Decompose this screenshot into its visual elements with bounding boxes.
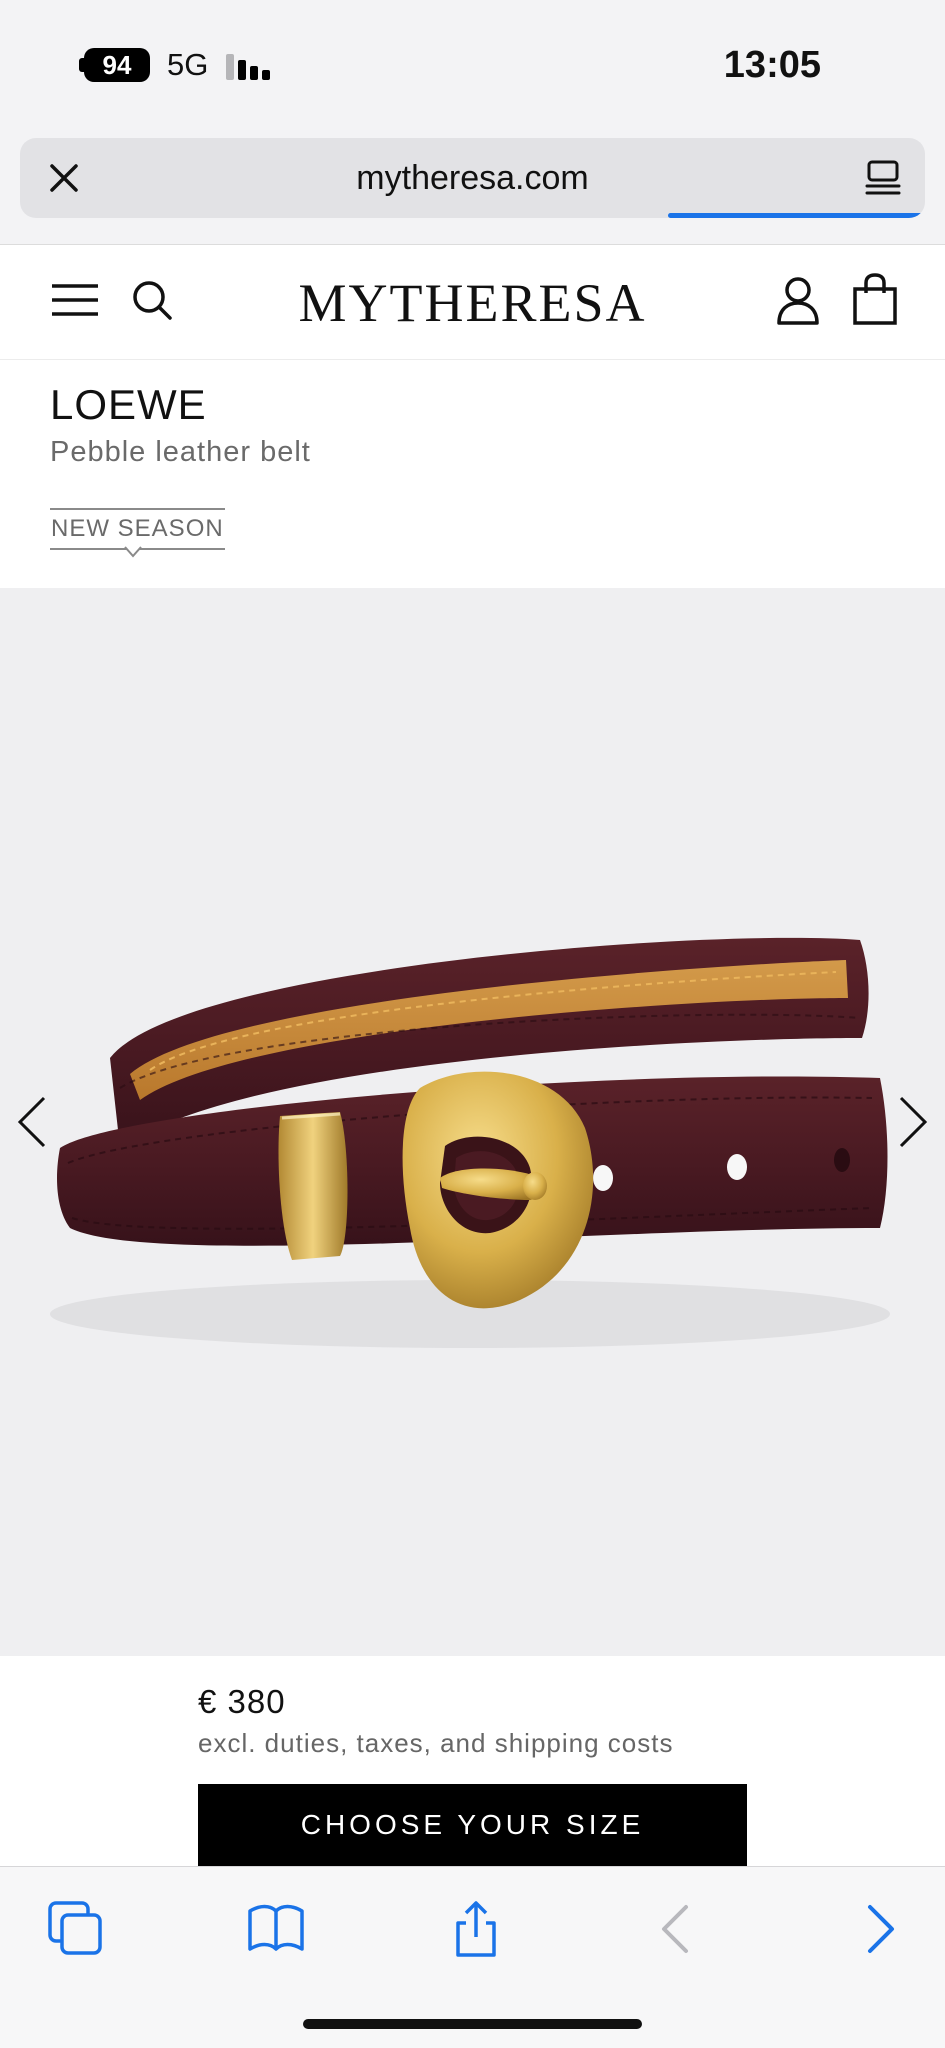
product-brand[interactable]: LOEWE: [50, 380, 207, 430]
product-image[interactable]: [0, 588, 945, 1656]
page-load-progress: [668, 213, 925, 218]
browser-toolbar: [0, 1866, 945, 2048]
url-text[interactable]: mytheresa.com: [20, 156, 925, 200]
product-price: € 380: [198, 1683, 286, 1720]
site-header: MYTHERESA: [0, 244, 945, 360]
forward-icon[interactable]: [850, 1899, 910, 1959]
home-indicator[interactable]: [303, 2019, 642, 2029]
tabs-icon[interactable]: [46, 1899, 106, 1959]
product-info: LOEWE Pebble leather belt NEW SEASON: [0, 360, 945, 588]
share-icon[interactable]: [446, 1899, 506, 1959]
chevron-left-icon[interactable]: [14, 1094, 50, 1150]
reader-mode-icon[interactable]: [863, 158, 903, 198]
chevron-right-icon[interactable]: [895, 1094, 931, 1150]
price-note: excl. duties, taxes, and shipping costs: [198, 1728, 674, 1758]
product-image-gallery[interactable]: [0, 588, 945, 1656]
address-bar[interactable]: mytheresa.com: [20, 138, 925, 218]
buy-panel: € 380 excl. duties, taxes, and shipping …: [0, 1656, 945, 1866]
choose-size-button[interactable]: CHOOSE YOUR SIZE: [198, 1784, 747, 1866]
product-name: Pebble leather belt: [50, 436, 311, 468]
network-type: 5G: [167, 47, 209, 82]
bookmarks-icon[interactable]: [246, 1899, 306, 1959]
user-icon[interactable]: [776, 275, 820, 325]
signal-strength-icon: [226, 48, 276, 80]
battery-indicator: 94: [84, 48, 150, 82]
shopping-bag-icon[interactable]: [852, 273, 898, 325]
clock: 13:05: [723, 44, 821, 86]
new-season-badge: NEW SEASON: [50, 508, 225, 550]
back-icon[interactable]: [646, 1899, 706, 1959]
status-bar: 94 5G 13:05: [0, 0, 945, 130]
badge-pointer-icon: [124, 546, 142, 558]
